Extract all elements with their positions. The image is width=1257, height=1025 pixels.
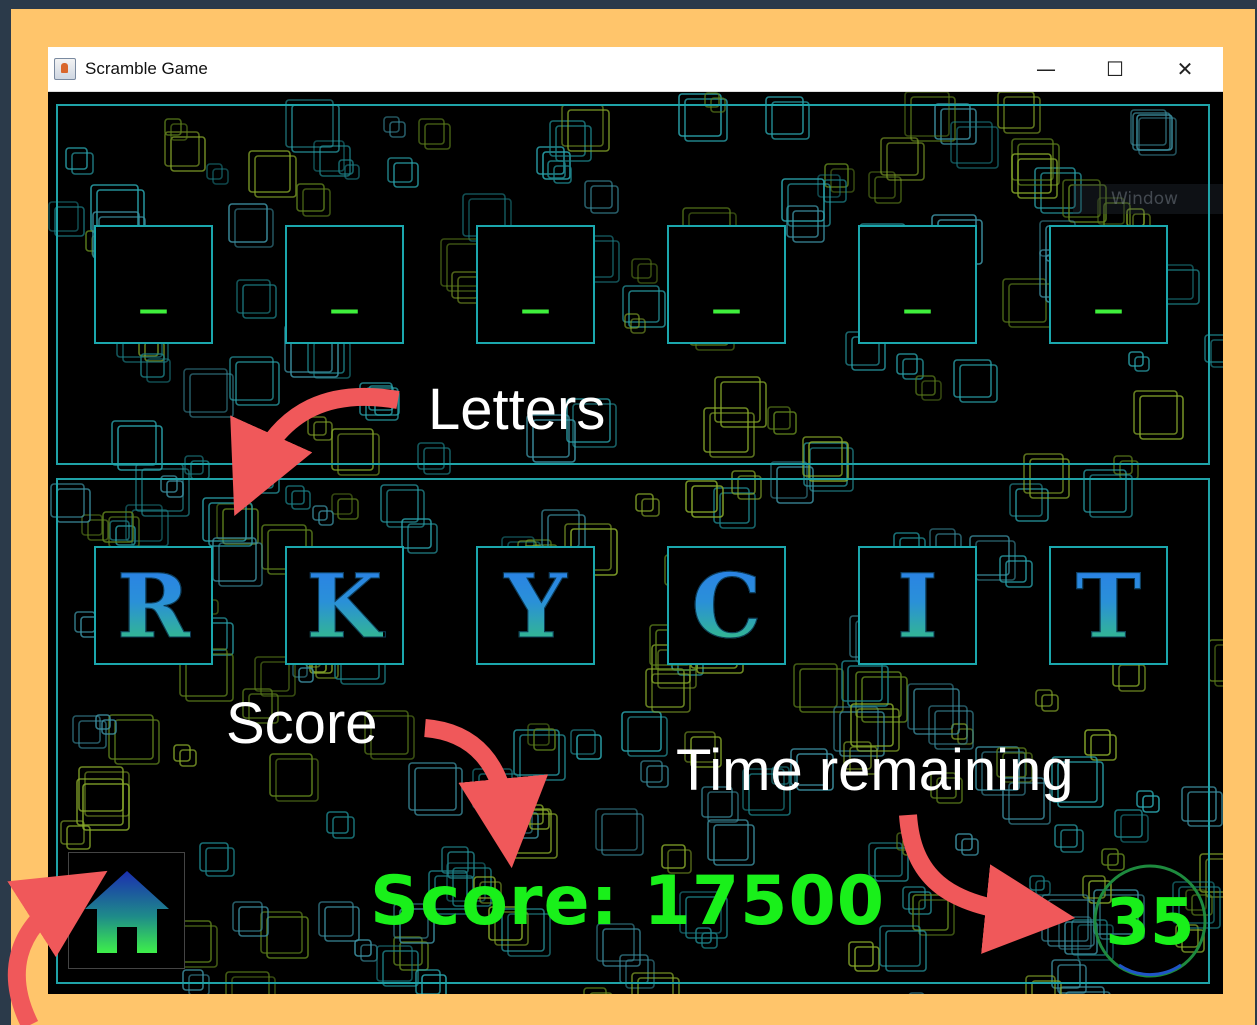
time-arrow — [899, 814, 1076, 954]
home-arrow — [7, 870, 108, 1025]
score-arrow — [423, 719, 549, 869]
score-annotation: Score — [226, 691, 378, 756]
letters-arrow — [230, 387, 400, 516]
letters-annotation: Letters — [428, 377, 606, 442]
annotation-arrows — [7, 387, 1076, 1025]
time-remaining-annotation: Time remaining — [676, 738, 1074, 803]
